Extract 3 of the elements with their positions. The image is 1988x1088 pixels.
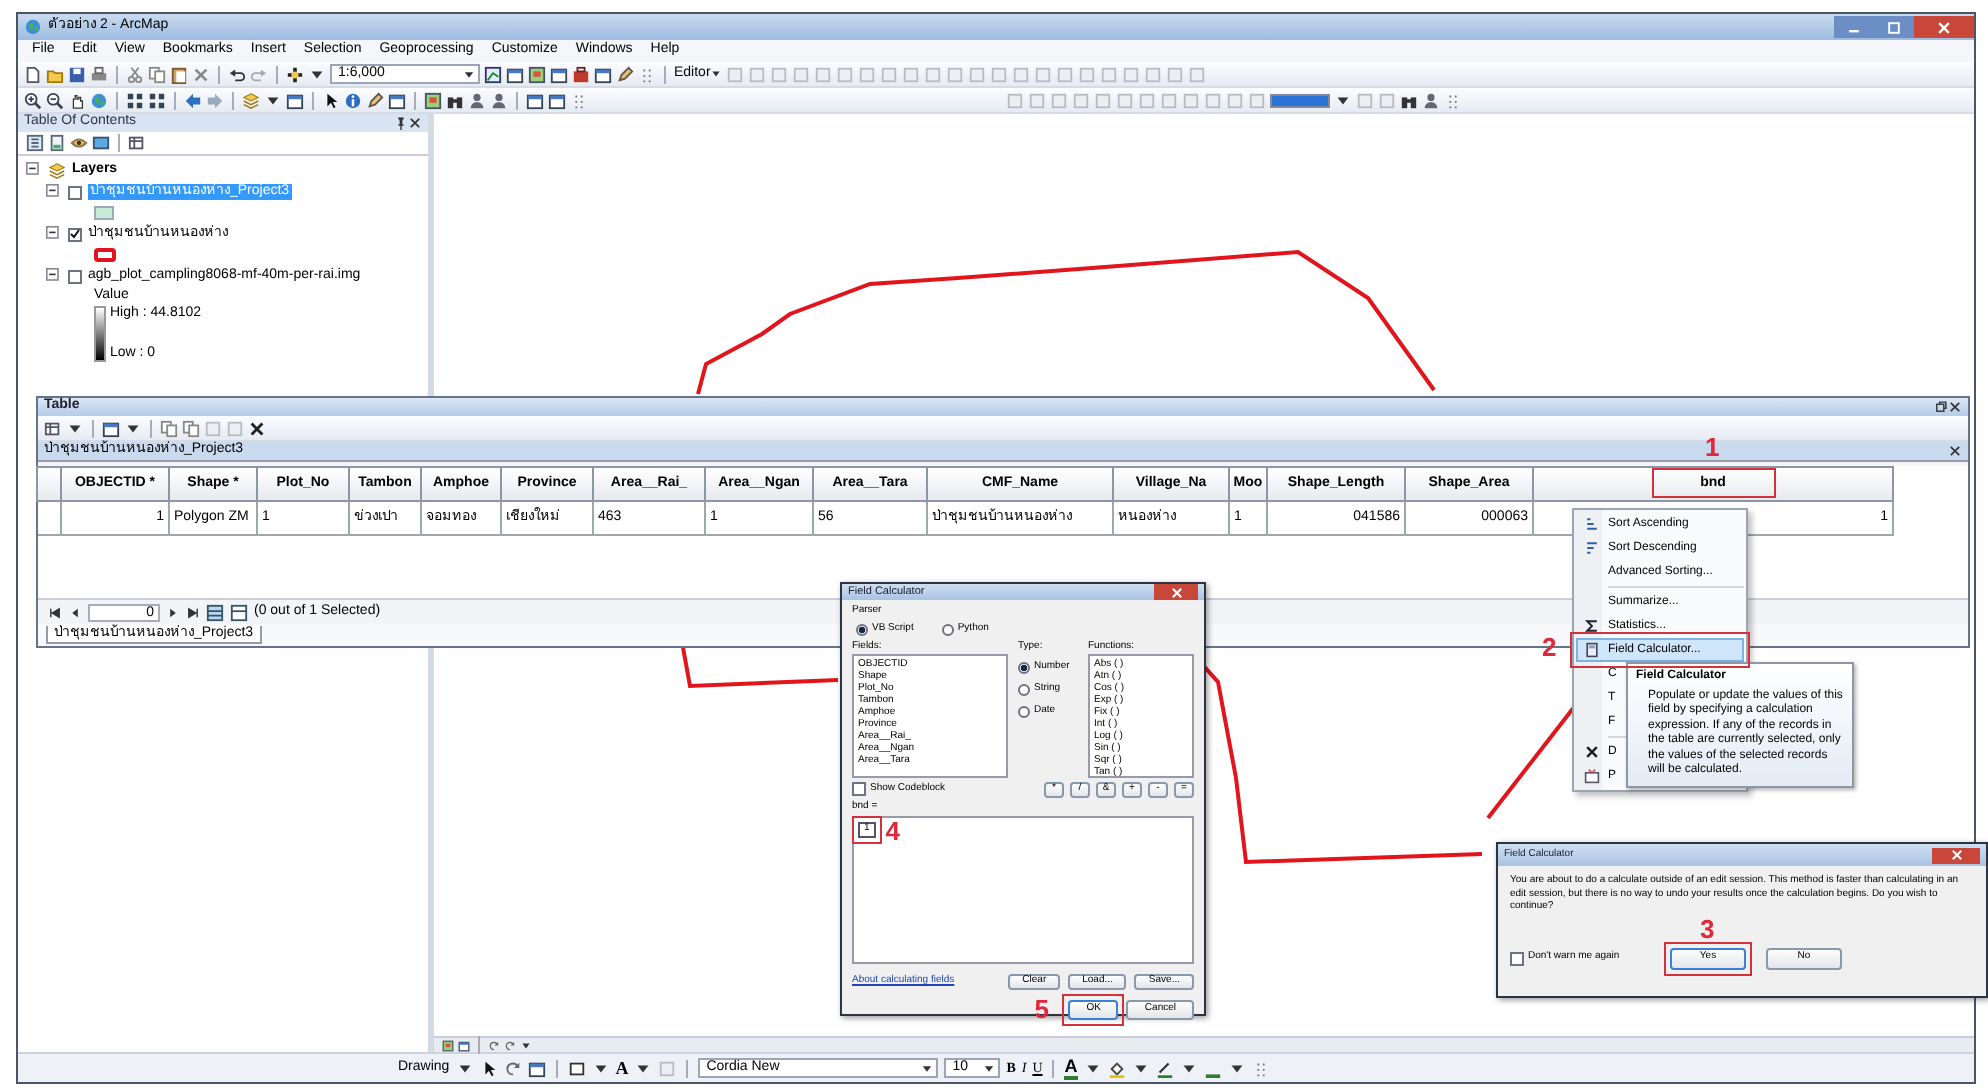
step-number: 4 (885, 818, 901, 845)
step-number: 1 (1705, 434, 1720, 460)
step-number: 3 (1700, 915, 1715, 941)
